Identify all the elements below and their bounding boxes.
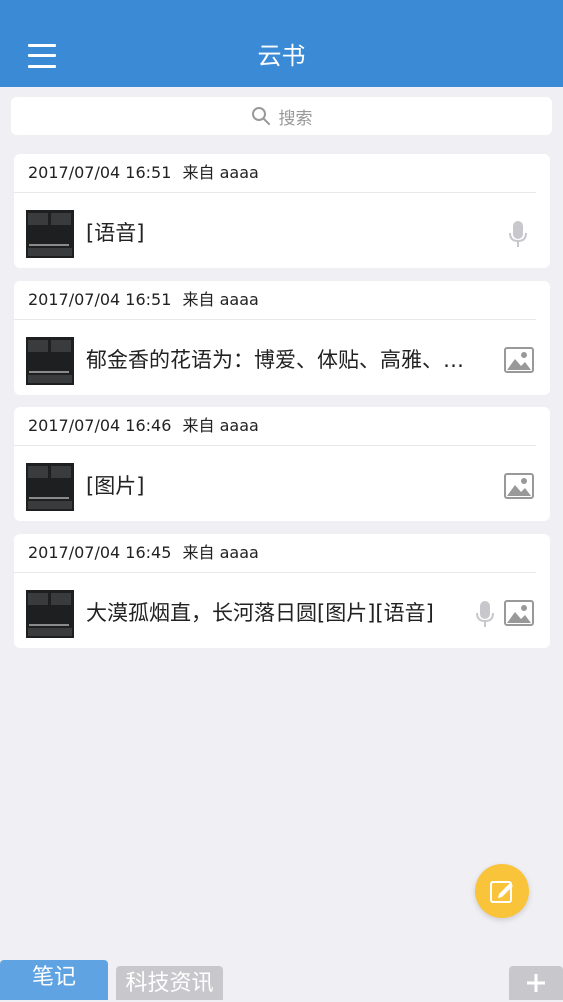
note-source: 来自 aaaa <box>182 543 259 562</box>
note-header: 2017/07/04 16:45 来自 aaaa <box>14 534 536 573</box>
edit-icon <box>490 881 513 903</box>
note-date: 2017/07/04 16:51 <box>28 290 172 309</box>
search-bar[interactable]: 搜索 <box>11 97 552 135</box>
note-source: 来自 aaaa <box>182 416 259 435</box>
note-header: 2017/07/04 16:51 来自 aaaa <box>14 154 536 193</box>
note-card[interactable]: 2017/07/04 16:45 来自 aaaa 大漠孤烟直，长河落日圆[图片]… <box>14 534 550 648</box>
image-icon <box>504 347 534 373</box>
note-thumbnail <box>26 337 74 385</box>
note-source: 来自 aaaa <box>182 163 259 182</box>
page-title: 云书 <box>257 42 306 70</box>
image-icon <box>504 600 534 626</box>
plus-icon <box>527 974 545 992</box>
tab-tech-news[interactable]: 科技资讯 <box>116 966 223 1000</box>
note-thumbnail <box>26 463 74 511</box>
note-thumbnail <box>26 590 74 638</box>
search-placeholder: 搜索 <box>278 108 313 129</box>
note-content: 郁金香的花语为：博爱、体贴、高雅、… <box>86 348 464 372</box>
note-thumbnail <box>26 210 74 258</box>
note-source: 来自 aaaa <box>182 290 259 309</box>
note-content: [图片] <box>86 474 145 498</box>
nav-bar: 云书 <box>0 0 563 87</box>
note-date: 2017/07/04 16:46 <box>28 416 172 435</box>
note-card[interactable]: 2017/07/04 16:51 来自 aaaa 郁金香的花语为：博爱、体贴、高… <box>14 281 550 395</box>
note-header: 2017/07/04 16:46 来自 aaaa <box>14 407 536 446</box>
note-date: 2017/07/04 16:51 <box>28 163 172 182</box>
compose-button[interactable] <box>475 864 529 918</box>
note-date: 2017/07/04 16:45 <box>28 543 172 562</box>
note-content: [语音] <box>86 221 145 245</box>
tab-notes[interactable]: 笔记 <box>0 960 108 1000</box>
search-icon <box>251 107 270 125</box>
add-tab-button[interactable] <box>509 966 563 1000</box>
note-card[interactable]: 2017/07/04 16:46 来自 aaaa [图片] <box>14 407 550 521</box>
microphone-icon <box>476 601 494 627</box>
note-content: 大漠孤烟直，长河落日圆[图片][语音] <box>86 601 434 625</box>
image-icon <box>504 473 534 499</box>
note-card[interactable]: 2017/07/04 16:51 来自 aaaa [语音] <box>14 154 550 268</box>
note-header: 2017/07/04 16:51 来自 aaaa <box>14 281 536 320</box>
microphone-icon <box>509 221 527 247</box>
